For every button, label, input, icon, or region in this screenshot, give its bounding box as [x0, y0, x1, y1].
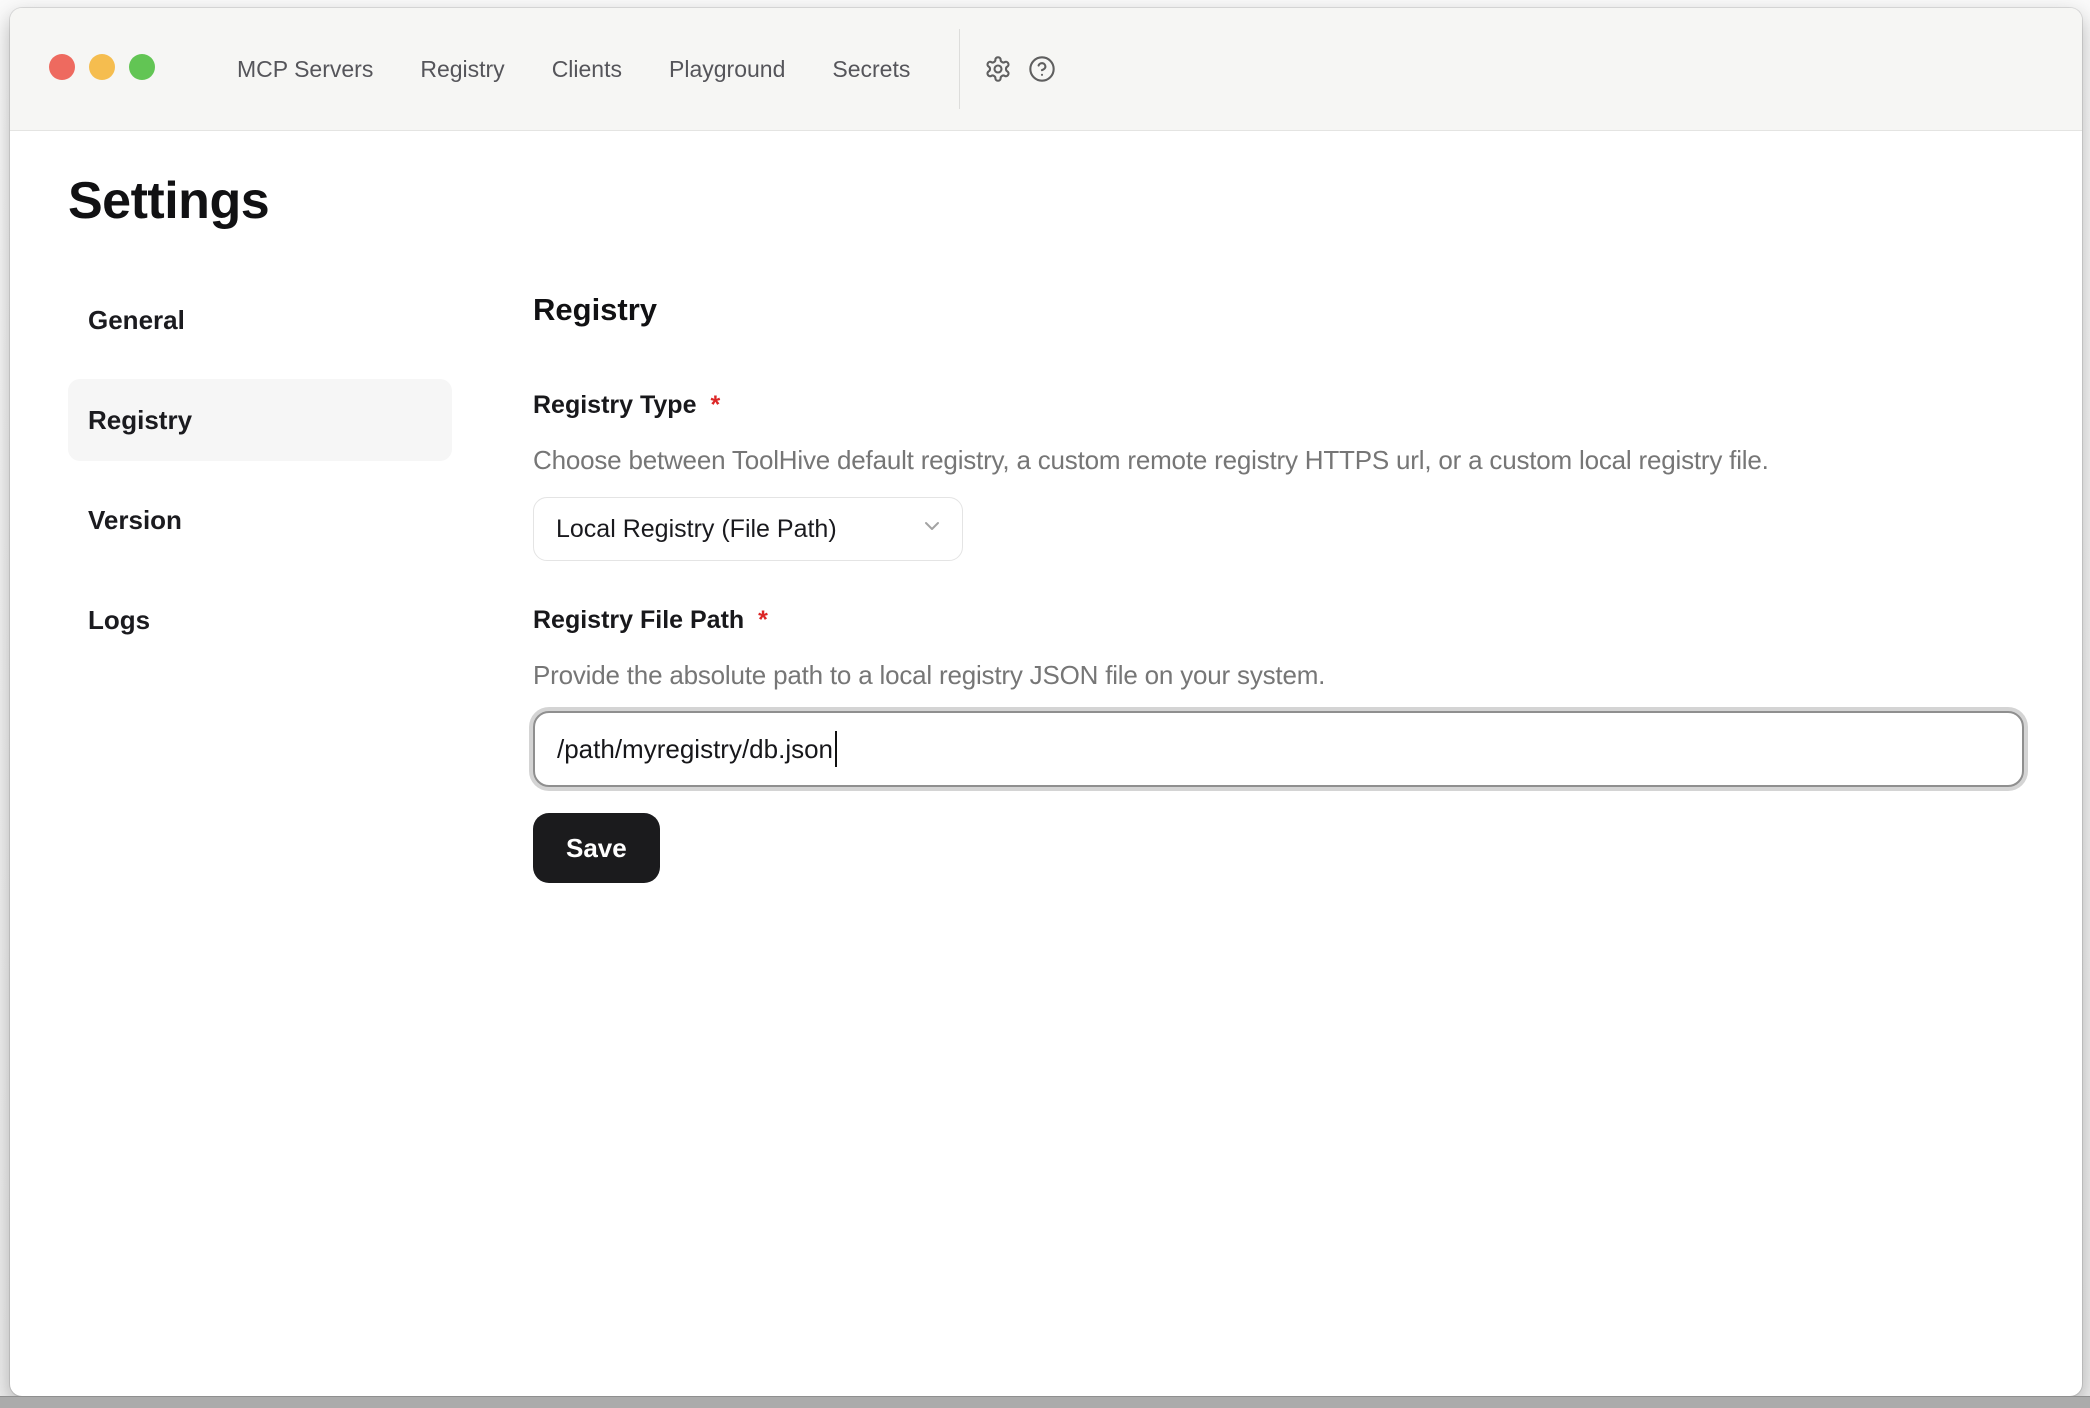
registry-file-path-input[interactable]: /path/myregistry/db.json: [533, 711, 2024, 787]
close-button[interactable]: [49, 54, 75, 80]
registry-settings-panel: Registry Registry Type * Choose between …: [533, 279, 2024, 883]
zoom-button[interactable]: [129, 54, 155, 80]
help-circle-icon: [1028, 55, 1056, 83]
sidebar-item-logs[interactable]: Logs: [68, 579, 452, 661]
sidebar-item-general[interactable]: General: [68, 279, 452, 361]
sidebar-item-registry[interactable]: Registry: [68, 379, 452, 461]
registry-file-path-description: Provide the absolute path to a local reg…: [533, 660, 2024, 691]
nav-item-mcp-servers[interactable]: MCP Servers: [237, 56, 373, 83]
required-asterisk: *: [710, 391, 720, 420]
nav-item-clients[interactable]: Clients: [552, 56, 622, 83]
window-bottom-shadow: [0, 1396, 2090, 1408]
app-window: MCP Servers Registry Clients Playground …: [10, 8, 2082, 1396]
settings-layout: General Registry Version Logs Registry R…: [10, 279, 2082, 883]
registry-type-selected-value: Local Registry (File Path): [556, 515, 837, 544]
help-button[interactable]: [1020, 47, 1064, 91]
chevron-down-icon: [920, 514, 944, 545]
nav-item-registry[interactable]: Registry: [420, 56, 504, 83]
minimize-button[interactable]: [89, 54, 115, 80]
nav-item-playground[interactable]: Playground: [669, 56, 785, 83]
save-button[interactable]: Save: [533, 813, 660, 883]
top-nav: MCP Servers Registry Clients Playground …: [237, 56, 910, 83]
registry-type-label: Registry Type: [533, 391, 696, 420]
titlebar: MCP Servers Registry Clients Playground …: [10, 8, 2082, 131]
desktop-background: MCP Servers Registry Clients Playground …: [0, 0, 2090, 1408]
sidebar-item-version[interactable]: Version: [68, 479, 452, 561]
text-cursor: [835, 731, 837, 767]
registry-file-path-label-row: Registry File Path *: [533, 606, 2024, 635]
section-heading: Registry: [533, 279, 2024, 328]
traffic-lights: [49, 54, 155, 80]
settings-button[interactable]: [976, 47, 1020, 91]
required-asterisk: *: [758, 606, 768, 635]
registry-file-path-value: /path/myregistry/db.json: [557, 734, 833, 765]
gear-icon: [984, 55, 1012, 83]
settings-sidebar: General Registry Version Logs: [68, 279, 452, 883]
page-title: Settings: [68, 171, 2082, 231]
registry-type-label-row: Registry Type *: [533, 391, 2024, 420]
registry-file-path-label: Registry File Path: [533, 606, 744, 635]
registry-type-description: Choose between ToolHive default registry…: [533, 445, 2024, 476]
registry-type-select[interactable]: Local Registry (File Path): [533, 497, 963, 561]
nav-item-secrets[interactable]: Secrets: [832, 56, 910, 83]
nav-divider: [959, 29, 960, 109]
